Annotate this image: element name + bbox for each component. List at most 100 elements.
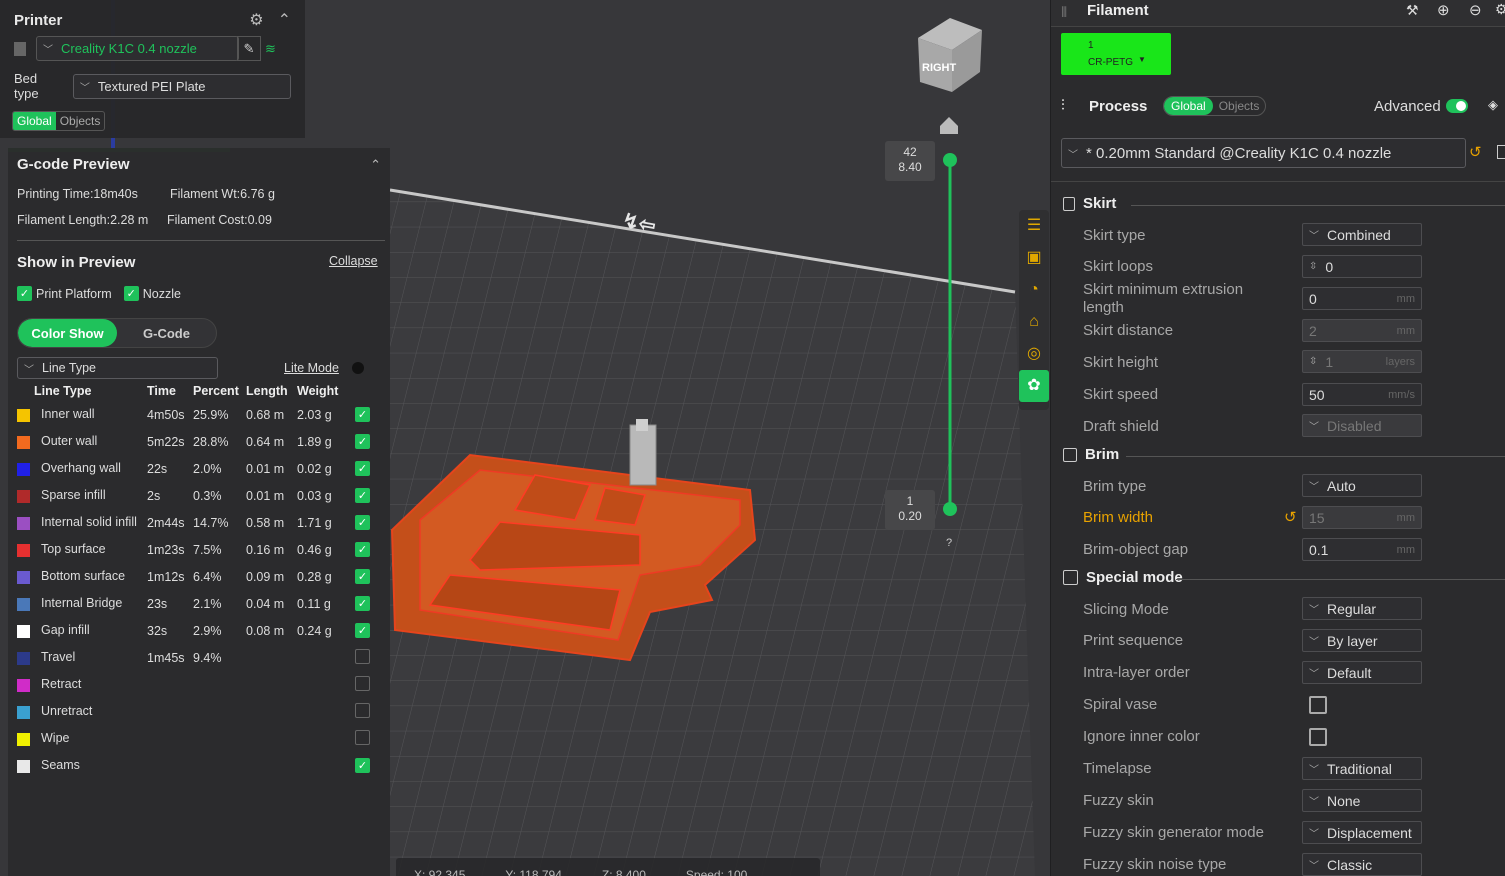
seam-icon[interactable]: ◎ (1019, 338, 1049, 370)
layers-icon[interactable]: ☰ (1019, 210, 1049, 242)
fuzzy-skin-label: Fuzzy skin (1083, 792, 1154, 809)
collapse-up-icon[interactable]: ⌃ (278, 10, 291, 30)
printer-scope-toggle[interactable]: Global Objects (12, 111, 106, 131)
color-swatch (17, 435, 30, 449)
filament-slot-1[interactable]: 1 CR-PETG ▼ (1061, 33, 1171, 75)
draft-shield-select[interactable]: ﹀ Disabled (1302, 414, 1422, 437)
visibility-checkbox[interactable]: ✓ (355, 407, 370, 422)
skirt-type-select[interactable]: ﹀ Combined (1302, 223, 1422, 246)
table-row[interactable]: Gap infill 32s 2.9% 0.08 m 0.24 g ✓ (17, 617, 375, 644)
view-type-select[interactable]: ﹀ Line Type (17, 357, 218, 379)
chevron-down-icon: ﹀ (1068, 149, 1078, 161)
process-scope-toggle[interactable]: Global Objects (1163, 96, 1267, 116)
visibility-checkbox[interactable] (355, 702, 370, 718)
table-row[interactable]: Inner wall 4m50s 25.9% 0.68 m 2.03 g ✓ (17, 401, 375, 428)
visibility-checkbox[interactable]: ✓ (355, 461, 370, 476)
filament-sync-icon[interactable]: ⚒ (1406, 2, 1419, 19)
advanced-toggle[interactable] (1446, 99, 1468, 113)
stepper-icon: ⇳ (1309, 261, 1318, 272)
process-preset-select[interactable]: ﹀ * 0.20mm Standard @Creality K1C 0.4 no… (1061, 138, 1466, 168)
edit-pencil-icon[interactable]: ✎ (237, 36, 261, 61)
length-cell: 0.58 m (246, 515, 285, 530)
printer-scope-global[interactable]: Global (13, 112, 56, 130)
process-scope-global[interactable]: Global (1164, 97, 1213, 115)
bed-type-select[interactable]: ﹀ Textured PEI Plate (72, 73, 291, 99)
visibility-checkbox[interactable]: ✓ (355, 623, 370, 638)
fuzzy-skin-noise-type-select[interactable]: ﹀ Classic (1302, 853, 1422, 876)
table-row[interactable]: Retract (17, 671, 375, 698)
print-platform-checkbox[interactable]: ✓ (17, 286, 32, 301)
skirt-min-extrusion-input[interactable]: 0 mm (1302, 287, 1422, 310)
wifi-icon[interactable]: ≋ (265, 41, 276, 57)
fuzzy-skin-select[interactable]: ﹀ None (1302, 789, 1422, 812)
table-row[interactable]: Unretract (17, 698, 375, 725)
visibility-checkbox[interactable] (355, 729, 370, 745)
reset-brim-width-icon[interactable]: ↺ (1284, 508, 1297, 526)
skirt-loops-stepper[interactable]: ⇳ 0 (1302, 255, 1422, 278)
skirt-speed-input[interactable]: 50 mm/s (1302, 383, 1422, 406)
visibility-checkbox[interactable]: ✓ (355, 542, 370, 557)
collapse-up-icon[interactable]: ⌃ (370, 157, 381, 173)
view-cube[interactable] (918, 18, 982, 92)
tab-color-show[interactable]: Color Show (18, 319, 117, 347)
ignore-inner-color-checkbox[interactable] (1309, 728, 1327, 746)
printer-scope-objects[interactable]: Objects (56, 112, 105, 130)
home-icon[interactable] (940, 117, 958, 134)
visibility-checkbox[interactable]: ✓ (355, 569, 370, 584)
table-row[interactable]: Seams ✓ (17, 752, 375, 779)
table-row[interactable]: Internal Bridge 23s 2.1% 0.04 m 0.11 g ✓ (17, 590, 375, 617)
weight-cell: 0.28 g (297, 569, 332, 584)
visibility-checkbox[interactable] (355, 648, 370, 664)
visibility-checkbox[interactable]: ✓ (355, 515, 370, 530)
brim-width-input[interactable]: 15 mm (1302, 506, 1422, 529)
timelapse-select[interactable]: ﹀ Traditional (1302, 757, 1422, 780)
table-row[interactable]: Top surface 1m23s 7.5% 0.16 m 0.46 g ✓ (17, 536, 375, 563)
visibility-checkbox[interactable]: ✓ (355, 758, 370, 773)
remove-filament-icon[interactable]: ⊖ (1469, 1, 1482, 19)
visibility-checkbox[interactable]: ✓ (355, 596, 370, 611)
reset-preset-icon[interactable]: ↺ (1469, 143, 1482, 161)
fuzzy-skin-generator-mode-select[interactable]: ﹀ Displacement (1302, 821, 1422, 844)
intra-layer-order-select[interactable]: ﹀ Default (1302, 661, 1422, 684)
color-icon[interactable]: ✿ (1019, 370, 1049, 402)
visibility-checkbox[interactable] (355, 675, 370, 691)
weight-cell: 0.02 g (297, 461, 332, 476)
visibility-checkbox[interactable]: ✓ (355, 488, 370, 503)
help-button[interactable]: ? (946, 537, 952, 549)
nozzle-checkbox[interactable]: ✓ (123, 286, 139, 301)
color-swatch (17, 462, 30, 476)
spiral-vase-checkbox[interactable] (1309, 696, 1327, 714)
visibility-checkbox[interactable]: ✓ (355, 434, 370, 449)
table-row[interactable]: Bottom surface 1m12s 6.4% 0.09 m 0.28 g ✓ (17, 563, 375, 590)
length-cell (246, 698, 297, 725)
process-scope-objects[interactable]: Objects (1213, 97, 1266, 115)
layer-slider-top-handle[interactable] (943, 153, 957, 167)
table-row[interactable]: Wipe (17, 725, 375, 752)
brim-object-gap-input[interactable]: 0.1 mm (1302, 538, 1422, 561)
more-gear-icon[interactable]: ⚙ (1495, 1, 1505, 18)
region-icon[interactable]: ▣ (1019, 242, 1049, 274)
table-row[interactable]: Sparse infill 2s 0.3% 0.01 m 0.03 g ✓ (17, 482, 375, 509)
table-row[interactable]: Overhang wall 22s 2.0% 0.01 m 0.02 g ✓ (17, 455, 375, 482)
skirt-distance-input[interactable]: 2 mm (1302, 319, 1422, 342)
lite-mode-toggle[interactable] (352, 362, 364, 374)
compare-icon[interactable]: ◈ (1488, 97, 1498, 113)
printer-select[interactable]: ﹀ Creality K1C 0.4 nozzle (36, 36, 239, 61)
table-row[interactable]: Travel 1m45s 9.4% (17, 644, 375, 671)
skirt-height-stepper[interactable]: ⇳ 1 layers (1302, 350, 1422, 373)
printer-settings-gear-icon[interactable]: ⚙ (249, 10, 263, 30)
table-row[interactable]: Internal solid infill 2m44s 14.7% 0.58 m 1.7… (17, 509, 375, 536)
brim-type-select[interactable]: ﹀ Auto (1302, 474, 1422, 497)
add-filament-icon[interactable]: ⊕ (1437, 1, 1450, 19)
table-row[interactable]: Outer wall 5m22s 28.8% 0.64 m 1.89 g ✓ (17, 428, 375, 455)
color-swatch (17, 624, 30, 638)
collapse-link[interactable]: Collapse (329, 254, 378, 268)
slicing-mode-select[interactable]: ﹀ Regular (1302, 597, 1422, 620)
lite-mode-link[interactable]: Lite Mode (284, 361, 339, 375)
support-icon[interactable]: ⌂ (1019, 306, 1049, 338)
save-preset-icon[interactable] (1497, 145, 1505, 159)
speed-icon[interactable]: ◔ (1019, 274, 1049, 306)
print-sequence-select[interactable]: ﹀ By layer (1302, 629, 1422, 652)
layer-slider-bottom-handle[interactable] (943, 502, 957, 516)
tab-gcode[interactable]: G-Code (117, 319, 216, 347)
